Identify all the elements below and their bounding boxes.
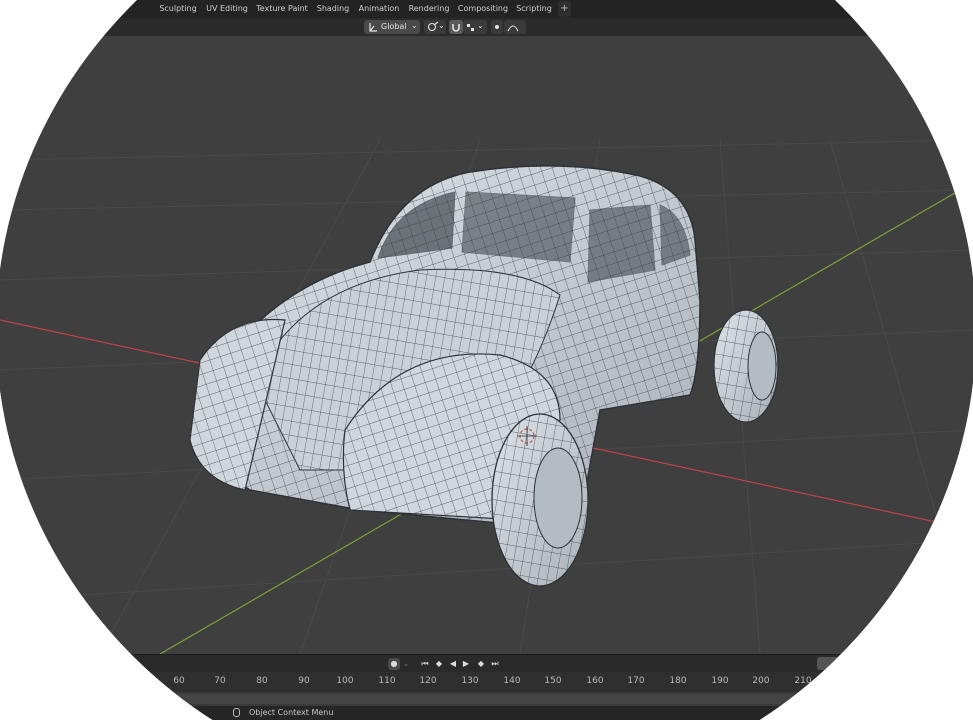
pivot-point-dropdown[interactable]: ⌄ — [424, 20, 446, 34]
timeline-playback-bar: ● ⌄ ⏮ ◆ ◀ ▶ ◆ ⏭ 1 — [0, 654, 973, 673]
proportional-edit-toggle[interactable] — [491, 20, 503, 34]
chevron-down-icon: ⌄ — [477, 21, 484, 30]
record-icon[interactable]: ● — [388, 658, 400, 670]
ruler-tick: 160 — [586, 676, 604, 686]
play-icon[interactable]: ▶ — [460, 658, 472, 670]
add-workspace-button[interactable]: + — [558, 1, 571, 17]
workspace-tab-bar: Sculpting UV Editing Texture Paint Shadi… — [0, 0, 973, 18]
ruler-tick: 170 — [627, 676, 645, 686]
ruler-tick: 150 — [544, 676, 562, 686]
frame-range-bar — [140, 694, 840, 704]
ruler-tick: 220 — [836, 676, 854, 686]
rear-wheel — [713, 309, 779, 423]
orientation-label: Global — [381, 22, 407, 31]
next-keyframe-icon[interactable]: ◆ — [474, 658, 488, 670]
tab-sculpting[interactable]: Sculpting — [156, 1, 200, 17]
tab-animation[interactable]: Animation — [356, 1, 402, 17]
tab-compositing[interactable]: Compositing — [456, 1, 510, 17]
status-bar: Object Context Menu — [0, 706, 973, 720]
timeline-track[interactable] — [0, 692, 973, 706]
ruler-tick: 190 — [711, 676, 729, 686]
snap-toggle[interactable] — [449, 20, 463, 34]
ruler-tick: 110 — [378, 676, 396, 686]
ruler-tick: 50 — [131, 676, 143, 686]
viewport-scene — [0, 139, 973, 654]
tab-scripting[interactable]: Scripting — [513, 1, 555, 17]
car-body — [189, 165, 701, 526]
tab-rendering[interactable]: Rendering — [405, 1, 453, 17]
tab-shading[interactable]: Shading — [313, 1, 353, 17]
current-frame-field[interactable]: 1 — [817, 657, 867, 670]
snap-target-dropdown[interactable]: ⌄ — [463, 20, 487, 34]
viewport-header: Global ⌄ ⌄ ⌄ — [0, 18, 973, 52]
chevron-down-icon[interactable]: ⌄ — [401, 658, 411, 670]
jump-to-end-icon[interactable]: ⏭ — [489, 658, 501, 670]
blender-window: Sculpting UV Editing Texture Paint Shadi… — [0, 0, 973, 720]
3d-viewport[interactable] — [0, 36, 973, 654]
jump-to-start-icon[interactable]: ⏮ — [419, 658, 431, 670]
chevron-down-icon: ⌄ — [438, 21, 445, 30]
ruler-tick: 70 — [214, 676, 226, 686]
play-reverse-icon[interactable]: ◀ — [447, 658, 459, 670]
timeline-ruler[interactable]: 50 60 70 80 90 100 110 120 130 140 150 1… — [0, 672, 973, 692]
ruler-tick: 80 — [256, 676, 268, 686]
ruler-tick: 100 — [336, 676, 354, 686]
context-menu-hint: Object Context Menu — [249, 708, 334, 717]
chevron-down-icon: ⌄ — [411, 21, 418, 30]
ruler-tick: 210 — [794, 676, 812, 686]
ruler-tick: 130 — [461, 676, 479, 686]
tab-uv-editing[interactable]: UV Editing — [203, 1, 251, 17]
mouse-right-click-icon — [233, 708, 240, 717]
ruler-tick: 180 — [669, 676, 687, 686]
ruler-tick: 200 — [752, 676, 770, 686]
tab-texture-paint[interactable]: Texture Paint — [254, 1, 310, 17]
ruler-tick: 140 — [503, 676, 521, 686]
front-wheel — [491, 413, 589, 587]
ruler-tick: 90 — [298, 676, 310, 686]
falloff-dropdown[interactable] — [504, 20, 526, 34]
transform-orientation-dropdown[interactable]: Global ⌄ — [364, 20, 420, 34]
ruler-tick: 120 — [419, 676, 437, 686]
ruler-tick: 60 — [173, 676, 185, 686]
previous-keyframe-icon[interactable]: ◆ — [432, 658, 446, 670]
